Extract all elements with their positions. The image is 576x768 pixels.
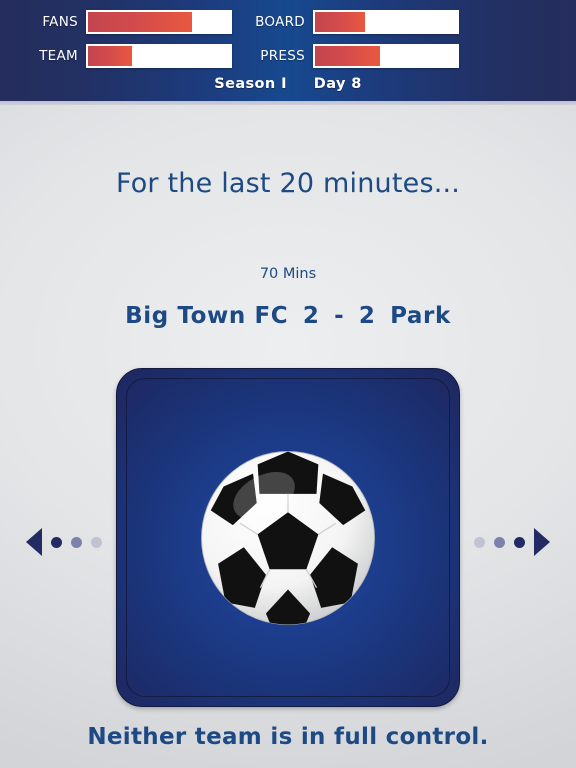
meter-track-team: [86, 44, 232, 68]
meter-row-team: TEAM: [0, 44, 232, 68]
day-label: Day 8: [313, 76, 362, 92]
away-team-name: Park: [390, 303, 451, 329]
meter-track-board: [313, 10, 459, 34]
meter-fill-fans: [88, 12, 192, 32]
meter-row-press: PRESS: [227, 44, 459, 68]
triangle-right-icon[interactable]: [534, 528, 550, 556]
season-day-line: Season I Day 8: [0, 76, 576, 92]
meter-fill-board: [315, 12, 365, 32]
season-label: Season I: [214, 76, 287, 92]
meter-fill-press: [315, 46, 381, 66]
pager-dot-4[interactable]: [474, 536, 485, 548]
nav-next-group[interactable]: [474, 527, 550, 557]
meter-label-press: PRESS: [260, 48, 305, 64]
meter-track-fans: [86, 10, 232, 34]
pager-dot-3[interactable]: [91, 536, 102, 548]
meter-row-board: BOARD: [227, 10, 459, 34]
score-separator: -: [334, 303, 345, 329]
meter-row-fans: FANS: [0, 10, 232, 34]
match-time-label: 70 Mins: [259, 266, 317, 282]
page-title: For the last 20 minutes...: [115, 168, 461, 199]
app-root: FANS TEAM BOARD PRESS Season I Day 8 For…: [0, 0, 576, 768]
commentary-text: Neither team is in full control.: [87, 724, 489, 750]
meter-label-team: TEAM: [39, 48, 78, 64]
meter-label-fans: FANS: [42, 14, 78, 30]
home-score: 2: [302, 303, 320, 329]
meter-fill-team: [88, 46, 133, 66]
pager-dot-5[interactable]: [494, 536, 505, 548]
meter-label-board: BOARD: [255, 14, 305, 30]
away-score: 2: [358, 303, 376, 329]
home-team-name: Big Town FC: [125, 303, 289, 329]
pager-dot-6[interactable]: [514, 536, 525, 548]
nav-prev-group[interactable]: [26, 527, 102, 557]
event-card-panel[interactable]: [116, 368, 460, 707]
pager-dot-2[interactable]: [71, 536, 82, 548]
meter-track-press: [313, 44, 459, 68]
header-divider: [0, 101, 576, 105]
soccer-ball-icon: [196, 446, 380, 630]
triangle-left-icon[interactable]: [26, 528, 42, 556]
status-header: FANS TEAM BOARD PRESS Season I Day 8: [0, 0, 576, 101]
scoreline: Big Town FC 2 - 2 Park: [0, 303, 576, 329]
pager-dot-1[interactable]: [51, 536, 62, 548]
